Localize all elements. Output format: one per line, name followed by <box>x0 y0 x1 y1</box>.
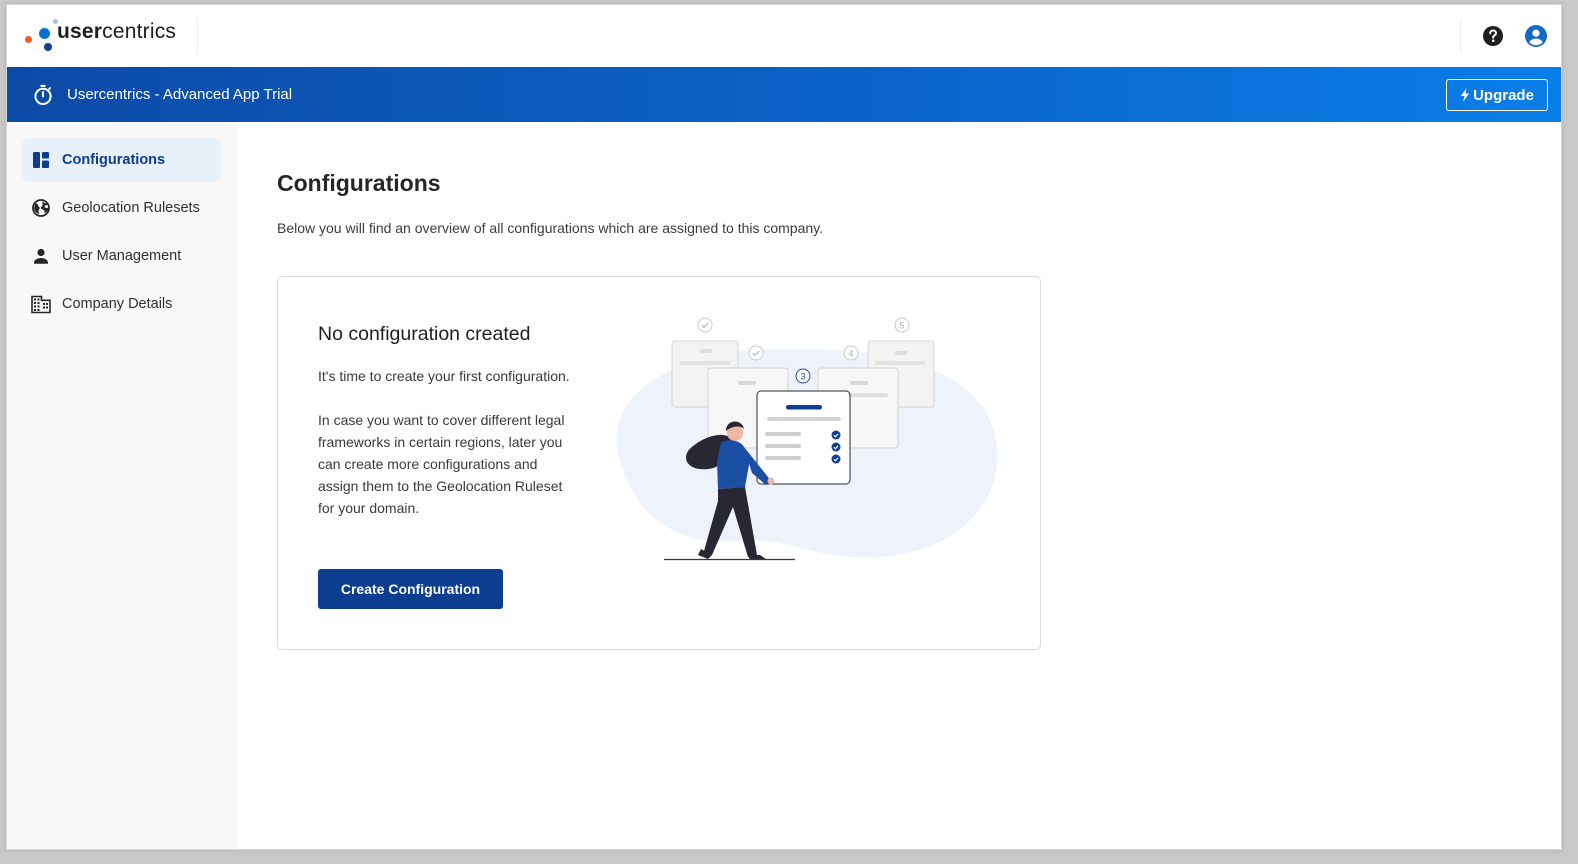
empty-state-title: No configuration created <box>318 323 531 345</box>
upgrade-button[interactable]: Upgrade <box>1446 79 1548 111</box>
sidebar: Configurations Geolocation Rulesets User… <box>7 122 237 849</box>
app-window: usercentrics Usercentrics - Advanced App… <box>6 4 1562 850</box>
step-number: 5 <box>894 317 910 333</box>
sidebar-item-label: Company Details <box>62 296 173 312</box>
logo-text: usercentrics <box>57 20 177 43</box>
lightning-icon <box>1461 88 1470 102</box>
page-title: Configurations <box>277 170 441 196</box>
upgrade-label: Upgrade <box>1473 86 1534 104</box>
step-number: 4 <box>843 345 859 361</box>
sidebar-item-label: User Management <box>62 248 182 264</box>
dashboard-icon <box>33 152 49 168</box>
check-circle-icon <box>697 317 713 333</box>
svg-text:3: 3 <box>800 372 805 382</box>
timer-icon <box>34 84 52 105</box>
top-header: usercentrics <box>7 5 1561 67</box>
sidebar-item-user-management[interactable]: User Management <box>22 234 221 278</box>
sidebar-item-label: Configurations <box>62 152 166 168</box>
trial-banner: Usercentrics - Advanced App Trial Upgrad… <box>7 67 1561 122</box>
main-content: Configurations Below you will find an ov… <box>237 122 1561 849</box>
page-description: Below you will find an overview of all c… <box>277 220 824 236</box>
sidebar-item-company-details[interactable]: Company Details <box>22 282 221 326</box>
usercentrics-logo[interactable]: usercentrics <box>23 17 176 53</box>
divider <box>1460 19 1461 53</box>
help-circle-icon[interactable] <box>1481 24 1505 48</box>
sidebar-item-label: Geolocation Rulesets <box>62 200 200 216</box>
logo-mark-icon <box>23 17 58 53</box>
svg-text:5: 5 <box>899 321 904 331</box>
empty-state-text: It's time to create your first configura… <box>318 365 578 519</box>
configuration-illustration: 5 4 3 <box>616 317 998 561</box>
check-circle-icon <box>748 345 764 361</box>
divider <box>197 19 198 53</box>
empty-state-paragraph: In case you want to cover different lega… <box>318 412 565 516</box>
globe-icon <box>32 199 50 217</box>
svg-text:4: 4 <box>848 349 853 359</box>
empty-state-paragraph: It's time to create your first configura… <box>318 368 570 384</box>
sidebar-item-geolocation-rulesets[interactable]: Geolocation Rulesets <box>22 186 221 230</box>
trial-title: Usercentrics - Advanced App Trial <box>67 86 293 103</box>
create-configuration-button[interactable]: Create Configuration <box>318 569 503 609</box>
person-icon <box>34 248 48 264</box>
empty-state-card: No configuration created It's time to cr… <box>277 276 1041 650</box>
step-number: 3 <box>795 368 811 384</box>
building-icon <box>31 295 51 314</box>
sidebar-item-configurations[interactable]: Configurations <box>22 138 221 182</box>
account-circle-icon[interactable] <box>1524 24 1548 48</box>
